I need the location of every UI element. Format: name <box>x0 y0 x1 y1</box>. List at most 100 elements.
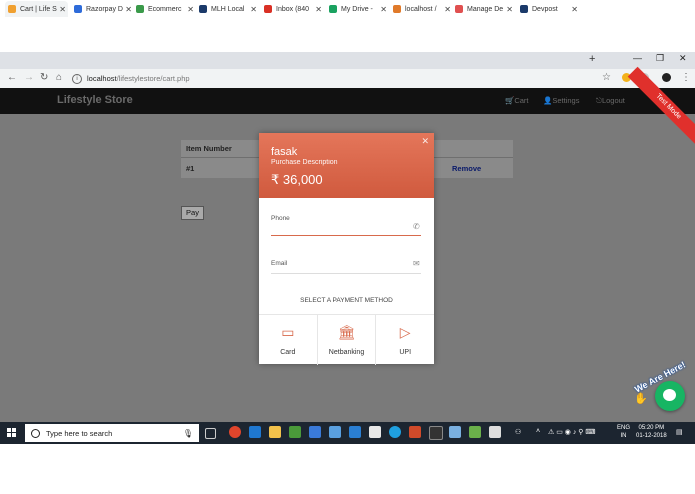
terminal-taskbar-icon[interactable] <box>429 426 443 440</box>
tab-close-icon[interactable]: ✕ <box>444 5 451 14</box>
tab-favicon-icon <box>136 5 144 13</box>
minimize-button[interactable]: — <box>633 53 642 63</box>
close-icon[interactable]: ✕ <box>421 136 429 147</box>
tab-close-icon[interactable]: ✕ <box>250 5 257 14</box>
skype-taskbar-icon[interactable] <box>389 426 401 438</box>
purchase-description: Purchase Description <box>271 159 338 166</box>
mail-icon: ✉ <box>413 259 420 268</box>
tab-close-icon[interactable]: ✕ <box>59 5 66 14</box>
browser-tab[interactable]: Inbox (840 ✕ <box>261 1 324 17</box>
phone-field[interactable] <box>271 235 421 236</box>
browser-tab[interactable]: Cart | Life S ✕ <box>5 1 68 17</box>
checkout-modal: ✕ fasak Purchase Description ₹ 36,000 Ph… <box>259 133 434 365</box>
tab-favicon-icon <box>199 5 207 13</box>
nav-cart-link[interactable]: 🛒Cart <box>505 96 529 105</box>
email-field[interactable] <box>271 273 421 274</box>
browser-tab[interactable]: Razorpay D ✕ <box>71 1 134 17</box>
method-netbanking[interactable]: 🏛 Netbanking <box>318 315 377 365</box>
file-explorer-icon[interactable] <box>269 426 281 438</box>
phone-icon: ✆ <box>413 222 420 231</box>
chevron-up-icon[interactable]: ˄ <box>536 428 540 435</box>
browser-tab[interactable]: Ecommerc ✕ <box>133 1 196 17</box>
browser-tab[interactable]: Devpost ✕ <box>517 1 580 17</box>
tab-close-icon[interactable]: ✕ <box>380 5 387 14</box>
system-tray-icons[interactable]: ⚠ ▭ ◉ ♪ ⚲ ⌨ <box>548 428 595 436</box>
remove-link[interactable]: Remove <box>452 164 481 173</box>
app-taskbar-icon[interactable] <box>329 426 341 438</box>
nav-settings-link[interactable]: 👤Settings <box>543 96 579 105</box>
tab-favicon-icon <box>393 5 401 13</box>
chat-button[interactable] <box>655 381 685 411</box>
url-host: localhost <box>87 74 117 83</box>
new-tab-button[interactable]: + <box>589 53 595 65</box>
chrome-taskbar-icon[interactable] <box>229 426 241 438</box>
tab-close-icon[interactable]: ✕ <box>187 5 194 14</box>
method-upi[interactable]: ▷ UPI <box>376 315 434 365</box>
app-taskbar-icon[interactable] <box>289 426 301 438</box>
tab-favicon-icon <box>455 5 463 13</box>
cortana-icon <box>31 428 40 438</box>
cart-icon: 🛒 <box>505 96 515 105</box>
bank-icon: 🏛 <box>337 324 356 340</box>
menu-kebab-icon[interactable]: ⋮ <box>681 72 691 83</box>
photos-taskbar-icon[interactable] <box>489 426 501 438</box>
tab-favicon-icon <box>264 5 272 13</box>
browser-tab[interactable]: Manage De ✕ <box>452 1 515 17</box>
method-card[interactable]: ▭ Card <box>259 315 318 365</box>
forward-arrow-icon[interactable]: → <box>24 72 34 83</box>
notification-icon[interactable]: ▤ <box>676 428 683 436</box>
mail-taskbar-icon[interactable] <box>369 426 381 438</box>
back-arrow-icon[interactable]: ← <box>7 72 17 83</box>
tab-label: Cart | Life S <box>20 5 57 13</box>
tab-label: Manage De <box>467 5 504 13</box>
card-icon: ▭ <box>281 324 295 340</box>
app-taskbar-icon[interactable] <box>309 426 321 438</box>
app-taskbar-icon[interactable] <box>409 426 421 438</box>
payment-methods: ▭ Card 🏛 Netbanking ▷ UPI <box>259 314 434 365</box>
address-bar[interactable]: i localhost/lifestylestore/cart.php <box>72 72 612 85</box>
browser-tab[interactable]: localhost / ✕ <box>390 1 453 17</box>
phone-label: Phone <box>271 215 290 222</box>
chat-bubble-icon <box>663 389 676 401</box>
app-taskbar-icon[interactable] <box>449 426 461 438</box>
language-indicator[interactable]: ENG IN <box>617 424 630 440</box>
tab-label: MLH Local <box>211 5 245 13</box>
home-icon[interactable]: ⌂ <box>56 72 62 83</box>
browser-tab[interactable]: MLH Local ✕ <box>196 1 259 17</box>
tab-close-icon[interactable]: ✕ <box>315 5 322 14</box>
payment-method-title: SELECT A PAYMENT METHOD <box>300 297 393 304</box>
method-label: UPI <box>399 349 412 356</box>
info-icon[interactable]: i <box>72 73 82 84</box>
edge-taskbar-icon[interactable] <box>249 426 261 438</box>
reload-icon[interactable]: ↻ <box>40 72 48 83</box>
close-window-button[interactable]: ✕ <box>679 53 687 64</box>
item-number-header: Item Number <box>186 144 232 153</box>
tab-label: Ecommerc <box>148 5 182 13</box>
people-icon[interactable]: ⚇ <box>515 428 521 436</box>
tab-favicon-icon <box>520 5 528 13</box>
nav-logout-link[interactable]: ⎋Logout <box>596 96 625 106</box>
taskbar-search[interactable]: Type here to search 🎙 <box>25 424 199 442</box>
tab-close-icon[interactable]: ✕ <box>125 5 132 14</box>
merchant-name: fasak <box>271 146 298 158</box>
windows-start-icon[interactable] <box>7 428 16 437</box>
taskbar-clock[interactable]: 05:20 PM 01-12-2018 <box>636 424 667 440</box>
site-brand[interactable]: Lifestyle Store <box>57 94 133 106</box>
tab-label: My Drive - <box>341 5 373 13</box>
amount: ₹ 36,000 <box>271 172 323 187</box>
bookmark-star-icon[interactable]: ☆ <box>602 72 611 83</box>
tab-label: Razorpay D <box>86 5 123 13</box>
tab-close-icon[interactable]: ✕ <box>571 5 578 14</box>
method-label: Card <box>280 349 296 356</box>
profile-avatar[interactable] <box>662 73 671 82</box>
microphone-icon[interactable]: 🎙 <box>183 429 193 438</box>
tab-close-icon[interactable]: ✕ <box>506 5 513 14</box>
checkout-header: ✕ fasak Purchase Description ₹ 36,000 <box>259 133 434 198</box>
url-path: /lifestylestore/cart.php <box>116 74 190 83</box>
task-view-icon[interactable] <box>205 428 216 439</box>
vscode-taskbar-icon[interactable] <box>349 426 361 438</box>
app-taskbar-icon[interactable] <box>469 426 481 438</box>
pay-button[interactable]: Pay <box>181 206 204 220</box>
restore-button[interactable]: ❐ <box>656 53 664 64</box>
browser-tab[interactable]: My Drive - ✕ <box>326 1 389 17</box>
